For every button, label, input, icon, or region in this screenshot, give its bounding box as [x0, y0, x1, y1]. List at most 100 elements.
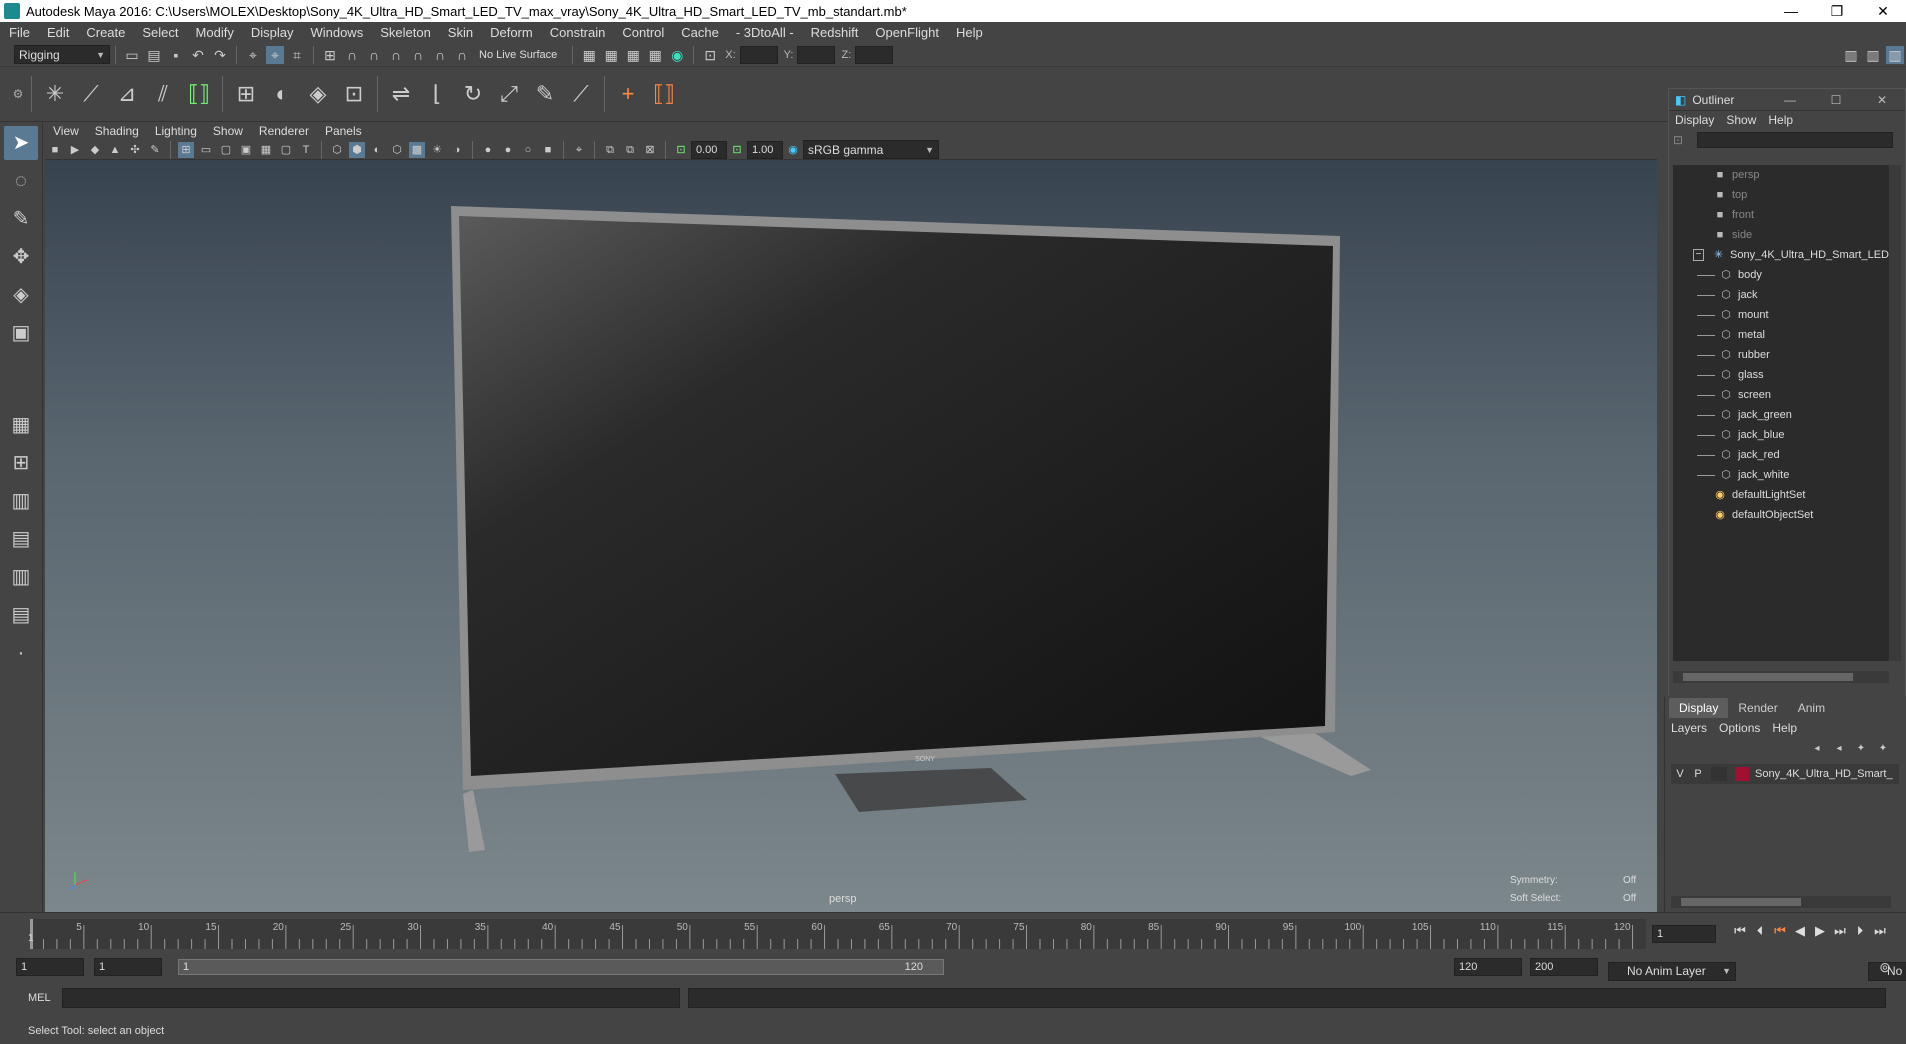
menu-item-0[interactable]: File — [0, 25, 38, 40]
ik-spline-icon[interactable]: ⊿ — [112, 79, 142, 109]
z-field[interactable] — [855, 45, 894, 64]
viewport-menu-item-1[interactable]: Shading — [87, 124, 147, 138]
viewport-persp[interactable]: SONY persp Symmetry: Off Soft Select: Of… — [45, 160, 1657, 912]
collapse-icon[interactable]: − — [1693, 249, 1705, 261]
xray-joints-icon[interactable]: ⊠ — [642, 142, 658, 158]
move-layer-up-icon[interactable]: ◂ — [1808, 740, 1826, 758]
outliner-mesh-item[interactable]: ⬡ jack_blue — [1673, 425, 1889, 445]
layer-color-swatch[interactable] — [1735, 767, 1749, 781]
wireframe-on-shaded-icon[interactable]: ⬡ — [389, 142, 405, 158]
four-view-icon[interactable]: ⊞ — [4, 446, 38, 480]
gate-mask-icon[interactable]: ▣ — [238, 142, 254, 158]
outliner-mesh-item[interactable]: ⬡ rubber — [1673, 345, 1889, 365]
outliner-camera-item[interactable]: ■ top — [1673, 185, 1889, 205]
outliner-menu-item-2[interactable]: Help — [1762, 113, 1799, 127]
two-d-pan-icon[interactable]: ✣ — [127, 142, 143, 158]
restore-icon[interactable]: ❐ — [1814, 3, 1860, 20]
paint-select-icon[interactable]: ✎ — [4, 202, 38, 236]
menuset-dropdown[interactable]: Rigging — [14, 45, 110, 64]
minimize-icon[interactable]: — — [1768, 3, 1814, 20]
menu-item-10[interactable]: Constrain — [541, 25, 614, 40]
outliner-camera-item[interactable]: ■ side — [1673, 225, 1889, 245]
safe-action-icon[interactable]: ▢ — [278, 142, 294, 158]
outliner-mesh-item[interactable]: ⬡ jack_red — [1673, 445, 1889, 465]
point-constraint-icon[interactable]: ⟋ — [566, 79, 596, 109]
camera-attributes-icon[interactable]: ▶ — [67, 142, 83, 158]
persp-graph-icon[interactable]: ▤ — [4, 522, 38, 556]
transform-input-icon[interactable]: ⊡ — [701, 46, 719, 64]
xray-active-icon[interactable]: ⧉ — [622, 142, 638, 158]
multisample-aa-icon[interactable]: ○ — [520, 142, 536, 158]
grid-icon[interactable]: ⊞ — [178, 141, 194, 158]
gamma-icon[interactable]: ⊡ — [729, 142, 745, 158]
layer-menu-item-0[interactable]: Layers — [1665, 721, 1713, 735]
filter-icon[interactable]: ⊡ — [1673, 133, 1683, 147]
menu-item-8[interactable]: Skin — [439, 25, 481, 40]
mel-label[interactable]: MEL — [28, 992, 51, 1004]
pole-vector-icon[interactable]: ✎ — [530, 79, 560, 109]
outliner-menu-item-1[interactable]: Show — [1720, 113, 1762, 127]
scale-constraint-icon[interactable]: ⤢ — [494, 79, 524, 109]
layer-hscrollbar[interactable] — [1671, 896, 1891, 908]
isolate-select-icon[interactable]: ⌖ — [571, 142, 587, 158]
insert-joint-icon[interactable]: ⫽ — [148, 79, 178, 109]
hypershade-icon[interactable]: ◉ — [668, 46, 686, 64]
ipr-render-icon[interactable]: ▦ — [646, 46, 664, 64]
select-camera-icon[interactable]: ■ — [47, 142, 63, 158]
shadows-icon[interactable]: ◑ — [449, 142, 465, 158]
close-icon[interactable]: ✕ — [1860, 3, 1906, 20]
layer-tab-1[interactable]: Render — [1728, 698, 1787, 718]
menu-item-14[interactable]: Redshift — [802, 25, 867, 40]
single-view-icon[interactable]: ▦ — [4, 408, 38, 442]
field-chart-icon[interactable]: ▦ — [258, 142, 274, 158]
menu-item-16[interactable]: Help — [947, 25, 991, 40]
layer-row[interactable]: V P Sony_4K_Ultra_HD_Smart_ — [1671, 764, 1899, 784]
safe-title-icon[interactable]: T — [298, 142, 314, 158]
select-hierarchy-icon[interactable]: ⌖ — [244, 46, 262, 64]
outliner-mesh-item[interactable]: ⬡ jack_white — [1673, 465, 1889, 485]
viewport-menu-item-2[interactable]: Lighting — [147, 124, 205, 138]
use-default-material-icon[interactable]: ◐ — [369, 142, 385, 158]
snap-curve-icon[interactable]: ∩ — [343, 46, 361, 64]
hypershade-layout-icon[interactable]: ▥ — [4, 560, 38, 594]
film-gate-icon[interactable]: ▭ — [198, 142, 214, 158]
exposure-field[interactable]: 0.00 — [691, 140, 727, 159]
grease-pencil-icon[interactable]: ✎ — [147, 142, 163, 158]
more-layouts-icon[interactable]: · — [4, 636, 38, 670]
orient-constraint-icon[interactable]: ⇌ — [386, 79, 416, 109]
outliner-mesh-item[interactable]: ⬡ screen — [1673, 385, 1889, 405]
outliner-mesh-item[interactable]: ⬡ jack — [1673, 285, 1889, 305]
select-tool-icon[interactable]: ➤ — [4, 126, 38, 160]
menu-item-3[interactable]: Select — [133, 25, 186, 40]
exposure-icon[interactable]: ⊡ — [673, 142, 689, 158]
snap-point-icon[interactable]: ∩ — [365, 46, 383, 64]
textured-icon[interactable]: ▩ — [409, 141, 425, 158]
viewport-menu-item-5[interactable]: Panels — [317, 124, 370, 138]
joint-tool-icon[interactable]: ✳ — [40, 79, 70, 109]
undo-icon[interactable]: ↶ — [189, 46, 207, 64]
colorspace-dropdown[interactable]: sRGB gamma — [803, 140, 939, 159]
y-field[interactable] — [797, 45, 836, 64]
current-frame-field[interactable]: 1 — [1652, 925, 1716, 943]
ik-handle-icon[interactable]: ⟋ — [76, 79, 106, 109]
outliner-hscrollbar[interactable] — [1673, 671, 1889, 683]
layer-menu-item-1[interactable]: Options — [1713, 721, 1766, 735]
gamma-field[interactable]: 1.00 — [747, 140, 783, 159]
channel-box-icon[interactable]: ▥ — [1886, 45, 1904, 64]
menu-item-4[interactable]: Modify — [187, 25, 242, 40]
joint-label-icon[interactable]: ⟦⟧ — [649, 79, 679, 109]
layer-tab-2[interactable]: Anim — [1788, 698, 1835, 718]
menu-item-1[interactable]: Edit — [38, 25, 77, 40]
lasso-tool-icon[interactable]: ◌ — [4, 164, 38, 198]
outliner-search-input[interactable] — [1697, 132, 1894, 148]
step-back-key-icon[interactable]: ⏮ — [1770, 923, 1790, 939]
use-all-lights-icon[interactable]: ☀ — [429, 142, 445, 158]
screen-space-ao-icon[interactable]: ● — [480, 142, 496, 158]
menu-item-11[interactable]: Control — [613, 25, 672, 40]
outliner-camera-item[interactable]: ■ front — [1673, 205, 1889, 225]
move-tool-icon[interactable]: ✥ — [4, 240, 38, 274]
xray-icon[interactable]: ⧉ — [602, 142, 618, 158]
resolution-gate-icon[interactable]: ▢ — [218, 142, 234, 158]
play-forwards-icon[interactable]: ▶ — [1810, 923, 1830, 939]
outliner-mesh-item[interactable]: ⬡ glass — [1673, 365, 1889, 385]
